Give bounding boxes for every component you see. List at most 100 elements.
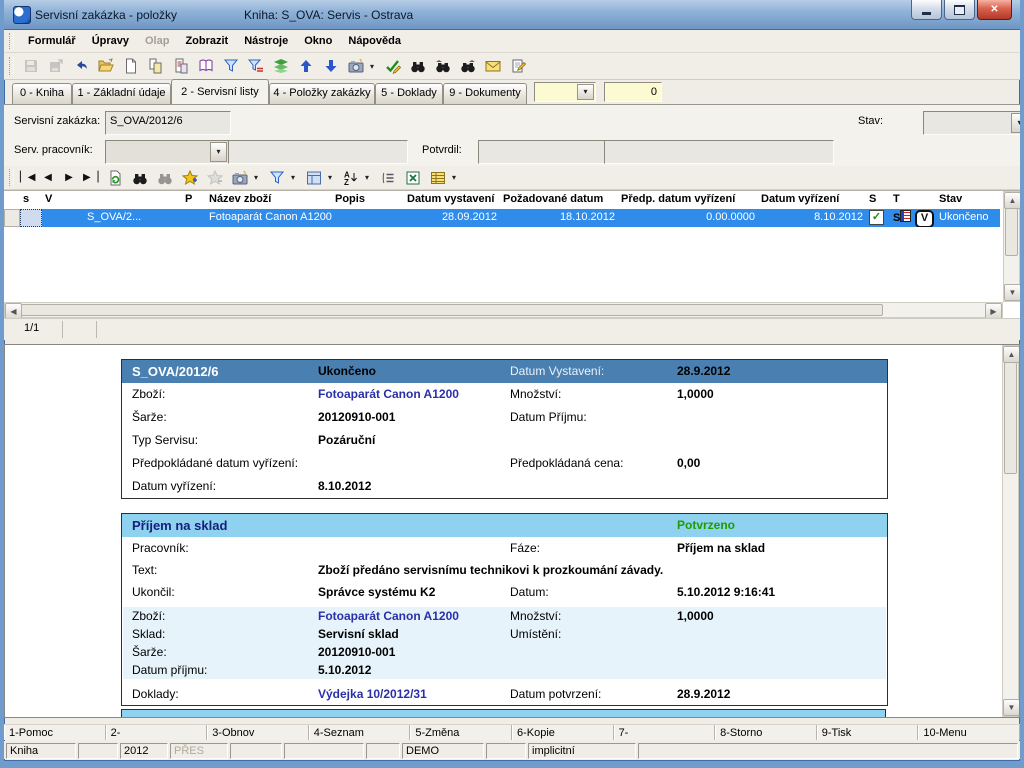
quick-filter-combobox[interactable] bbox=[534, 82, 596, 102]
row-v-cell[interactable] bbox=[42, 209, 84, 227]
col-number[interactable] bbox=[84, 191, 182, 209]
fkey-7[interactable]: 7- bbox=[614, 725, 716, 740]
note-icon[interactable] bbox=[507, 56, 528, 76]
fkey-2[interactable]: 2- bbox=[106, 725, 208, 740]
chevron-down-icon[interactable] bbox=[210, 142, 227, 162]
grid-vscrollbar[interactable] bbox=[1003, 191, 1020, 302]
col-nazev-zbozi[interactable]: Název zboží bbox=[206, 191, 332, 209]
tab-servisni-listy[interactable]: 2 - Servisní listy bbox=[171, 79, 269, 104]
row-selector-cell[interactable] bbox=[4, 209, 20, 227]
col-popis[interactable]: Popis bbox=[332, 191, 404, 209]
snapshot-icon[interactable] bbox=[345, 56, 366, 76]
tab-dokumenty[interactable]: 9 - Dokumenty bbox=[443, 83, 527, 104]
row-v2-cell[interactable]: V bbox=[912, 209, 936, 227]
fkey-1-pomoc[interactable]: 1-Pomoc bbox=[4, 725, 106, 740]
grid-vscroll-thumb[interactable] bbox=[1005, 208, 1018, 256]
fkey-8-storno[interactable]: 8-Storno bbox=[715, 725, 817, 740]
col-datum-vystaveni[interactable]: Datum vystavení bbox=[404, 191, 500, 209]
confirmed-name-field[interactable] bbox=[604, 140, 834, 164]
tab-kniha[interactable]: 0 - Kniha bbox=[12, 83, 72, 104]
menu-napoveda[interactable]: Nápověda bbox=[340, 30, 409, 53]
row-state-cell[interactable]: Ukončeno bbox=[936, 209, 1000, 227]
row-resolved-cell[interactable]: 8.10.2012 bbox=[758, 209, 866, 227]
menu-upravy[interactable]: Úpravy bbox=[84, 30, 137, 53]
row-number-cell[interactable]: S_OVA/2... bbox=[84, 209, 182, 227]
mail-icon[interactable] bbox=[482, 56, 503, 76]
menu-zobrazit[interactable]: Zobrazit bbox=[177, 30, 236, 53]
find-icon[interactable] bbox=[407, 56, 428, 76]
tab-doklady[interactable]: 5 - Doklady bbox=[375, 83, 443, 104]
stack-icon[interactable] bbox=[270, 56, 291, 76]
confirm-icon[interactable] bbox=[382, 56, 403, 76]
tab-zakladni-udaje[interactable]: 1 - Základní údaje bbox=[72, 83, 171, 104]
fkey-5-zmena[interactable]: 5-Změna bbox=[410, 725, 512, 740]
scroll-up-icon[interactable] bbox=[1003, 346, 1020, 363]
row-s-cell[interactable] bbox=[866, 209, 890, 227]
refresh-icon[interactable] bbox=[104, 168, 125, 188]
col-v[interactable]: V bbox=[42, 191, 84, 209]
snapshot-dropdown-icon[interactable] bbox=[370, 62, 379, 71]
next-record-icon[interactable]: ▶ bbox=[62, 172, 76, 183]
scroll-down-icon[interactable] bbox=[1004, 284, 1021, 301]
menu-grip[interactable] bbox=[9, 33, 14, 48]
excel-icon[interactable] bbox=[402, 168, 423, 188]
sort-icon[interactable]: AZ bbox=[340, 168, 361, 188]
snapshot-icon[interactable] bbox=[229, 168, 250, 188]
filter-dropdown-icon[interactable] bbox=[291, 173, 300, 182]
col-v2[interactable] bbox=[912, 191, 936, 209]
row-t-cell[interactable]: S bbox=[890, 209, 912, 227]
goods-link[interactable]: Fotoaparát Canon A1200 bbox=[318, 383, 459, 406]
restore-button[interactable] bbox=[944, 0, 975, 20]
row-expected-cell[interactable]: 0.00.0000 bbox=[618, 209, 758, 227]
row-p-cell[interactable] bbox=[182, 209, 206, 227]
undo-icon[interactable] bbox=[70, 56, 91, 76]
col-p[interactable]: P bbox=[182, 191, 206, 209]
row-requested-cell[interactable]: 18.10.2012 bbox=[500, 209, 618, 227]
row-issued-cell[interactable]: 28.09.2012 bbox=[404, 209, 500, 227]
scroll-up-icon[interactable] bbox=[1004, 192, 1021, 209]
worker-name-field[interactable] bbox=[228, 140, 408, 164]
goods2-link[interactable]: Fotoaparát Canon A1200 bbox=[318, 607, 459, 625]
find-next-icon[interactable] bbox=[457, 56, 478, 76]
last-record-icon[interactable]: ▶▕ bbox=[83, 172, 97, 183]
grid-hscroll-thumb[interactable] bbox=[21, 304, 883, 316]
report-icon[interactable] bbox=[427, 168, 448, 188]
order-field[interactable]: S_OVA/2012/6 bbox=[105, 111, 231, 135]
filter-icon[interactable] bbox=[266, 168, 287, 188]
col-predp-datum[interactable]: Předp. datum vyřízení bbox=[618, 191, 758, 209]
view-dropdown-icon[interactable] bbox=[328, 173, 337, 182]
row-focus-cell[interactable] bbox=[20, 209, 42, 227]
tab-polozky-zakazky[interactable]: 4 - Položky zakázky bbox=[269, 83, 375, 104]
table-row[interactable]: S_OVA/2... Fotoaparát Canon A1200 28.09.… bbox=[4, 209, 1000, 227]
report-dropdown-icon[interactable] bbox=[452, 173, 461, 182]
worker-combobox[interactable] bbox=[105, 140, 229, 164]
fkey-9-tisk[interactable]: 9-Tisk bbox=[817, 725, 919, 740]
confirmed-by-field[interactable] bbox=[478, 140, 608, 164]
row-name-cell[interactable]: Fotoaparát Canon A1200 bbox=[206, 209, 332, 227]
title-bar[interactable]: Servisní zakázka - položky Kniha: S_OVA:… bbox=[4, 0, 1020, 30]
filter-icon[interactable] bbox=[220, 56, 241, 76]
record-counter-field[interactable]: 0 bbox=[604, 82, 662, 102]
move-up-icon[interactable] bbox=[295, 56, 316, 76]
close-button[interactable]: ✕ bbox=[977, 0, 1012, 20]
scroll-down-icon[interactable] bbox=[1003, 699, 1020, 716]
view-icon[interactable] bbox=[303, 168, 324, 188]
col-s2[interactable]: S bbox=[866, 191, 890, 209]
chevron-down-icon[interactable] bbox=[1011, 113, 1024, 133]
filter-edit-icon[interactable] bbox=[245, 56, 266, 76]
numbering-icon[interactable] bbox=[377, 168, 398, 188]
report-vscrollbar[interactable] bbox=[1002, 345, 1019, 717]
new-icon[interactable] bbox=[120, 56, 141, 76]
col-t[interactable]: T bbox=[890, 191, 912, 209]
copy-icon[interactable] bbox=[145, 56, 166, 76]
docs-link[interactable]: Výdejka 10/2012/31 bbox=[318, 683, 427, 705]
open-icon[interactable] bbox=[95, 56, 116, 76]
menu-nastroje[interactable]: Nástroje bbox=[236, 30, 296, 53]
col-s[interactable]: s bbox=[20, 191, 42, 209]
fkey-3-obnov[interactable]: 3-Obnov bbox=[207, 725, 309, 740]
menu-formular[interactable]: Formulář bbox=[20, 30, 84, 53]
fkey-4-seznam[interactable]: 4-Seznam bbox=[309, 725, 411, 740]
grid-hscrollbar[interactable] bbox=[4, 302, 1003, 318]
row-popis-cell[interactable] bbox=[332, 209, 404, 227]
book-icon[interactable] bbox=[195, 56, 216, 76]
